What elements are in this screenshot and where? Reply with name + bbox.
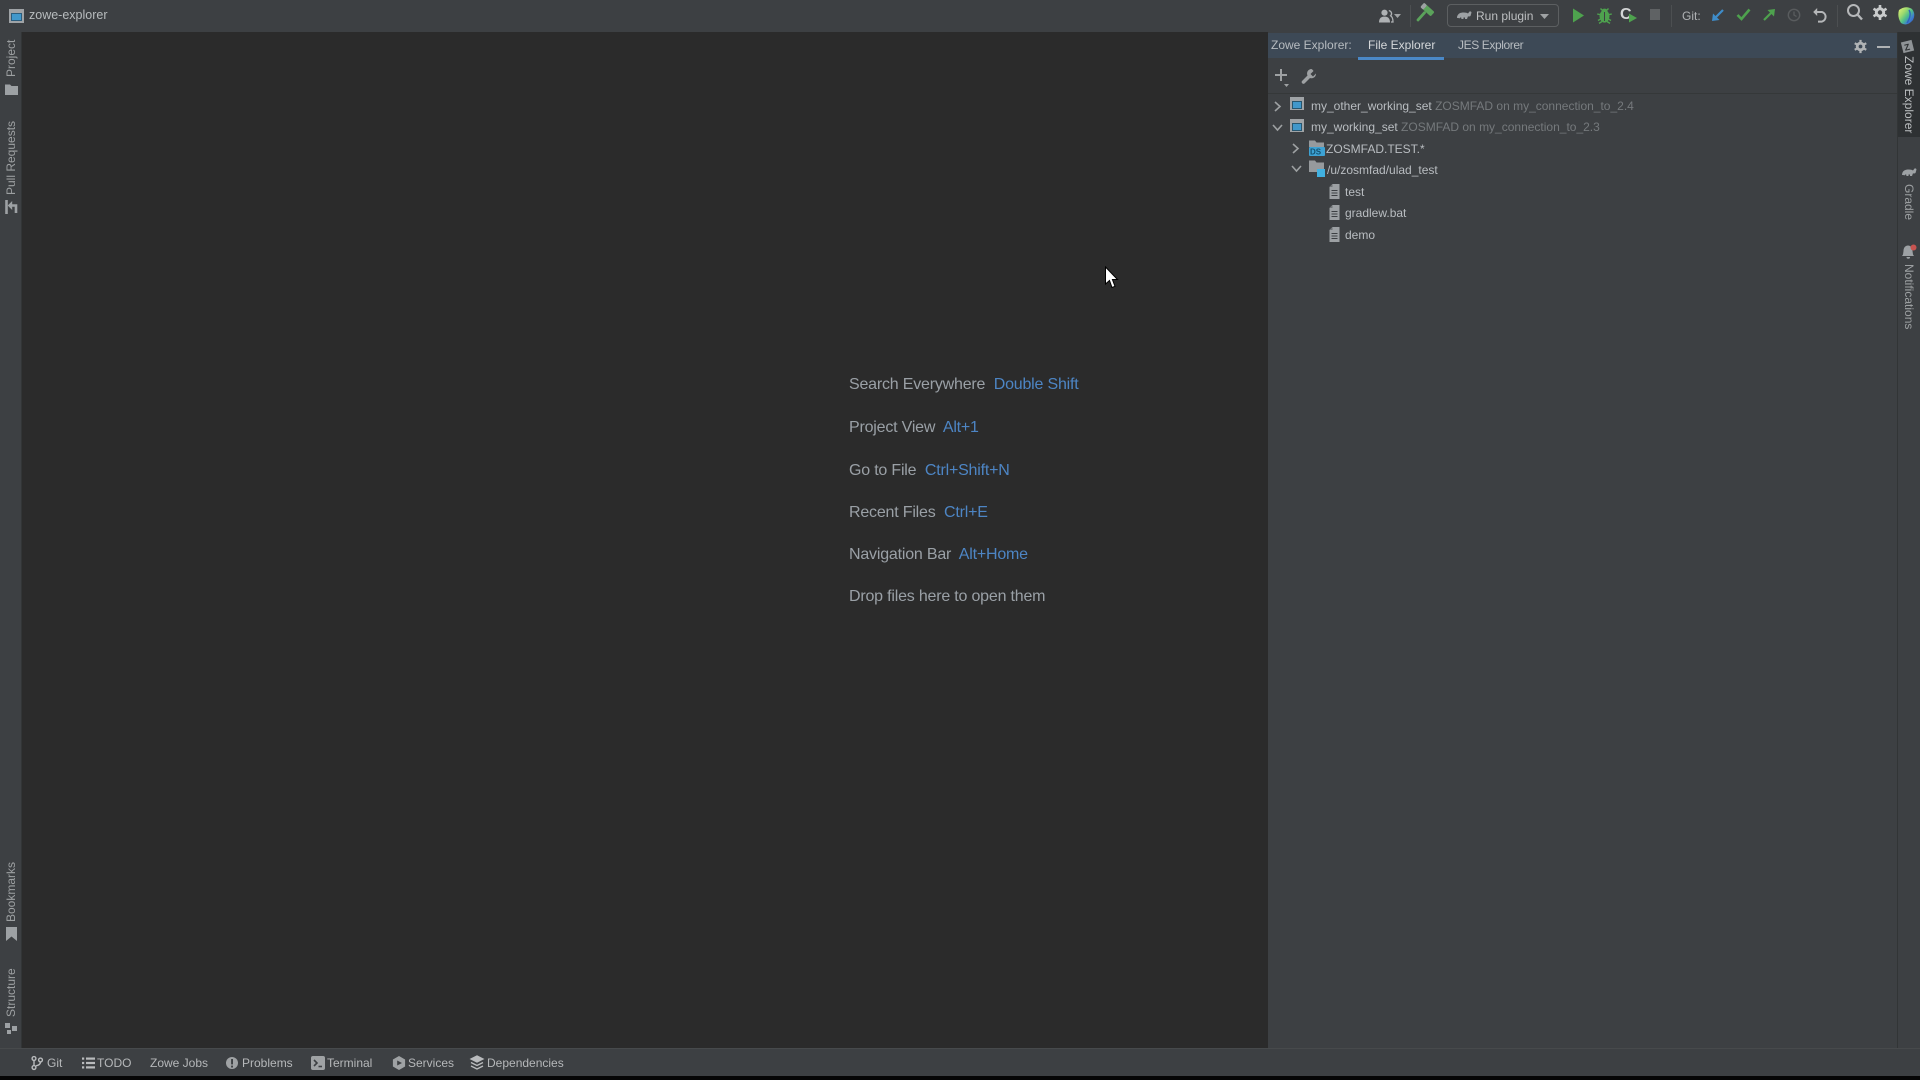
svg-text:DS: DS (1310, 148, 1322, 157)
